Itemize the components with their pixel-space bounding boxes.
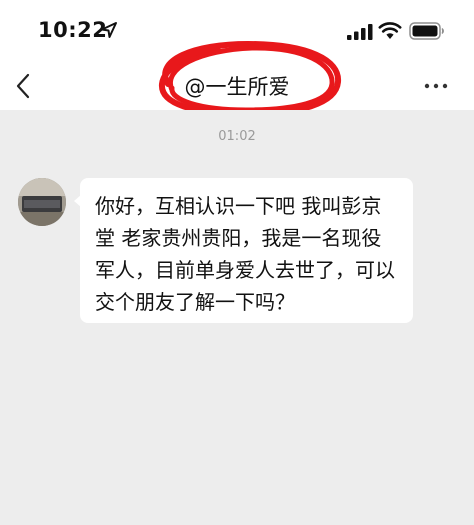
message-text: 你好，互相认识一下吧 我叫彭京堂 老家贵州贵阳，我是一名现役军人，目前单身爱人去… bbox=[95, 194, 395, 314]
location-arrow-icon bbox=[101, 22, 117, 38]
more-dots-icon bbox=[424, 83, 448, 89]
bubble-tail bbox=[74, 195, 81, 207]
message-bubble[interactable]: 你好，互相认识一下吧 我叫彭京堂 老家贵州贵阳，我是一名现役军人，目前单身爱人去… bbox=[74, 178, 413, 323]
more-button[interactable] bbox=[418, 74, 454, 98]
chat-area[interactable]: 01:02 你好，互相认识一下吧 我叫彭京堂 老家贵州贵阳，我是一名现役军人，目… bbox=[0, 110, 474, 525]
avatar[interactable] bbox=[18, 178, 66, 226]
battery-icon bbox=[409, 22, 444, 40]
status-bar: 10:22 bbox=[0, 0, 474, 60]
status-time: 10:22 bbox=[38, 18, 108, 42]
page-title: @一生所爱 bbox=[184, 75, 290, 99]
cellular-signal-icon bbox=[347, 24, 373, 40]
wifi-icon bbox=[378, 22, 402, 39]
message-timestamp: 01:02 bbox=[218, 129, 256, 144]
navigation-bar: @一生所爱 bbox=[0, 40, 474, 118]
avatar-image bbox=[18, 178, 66, 226]
